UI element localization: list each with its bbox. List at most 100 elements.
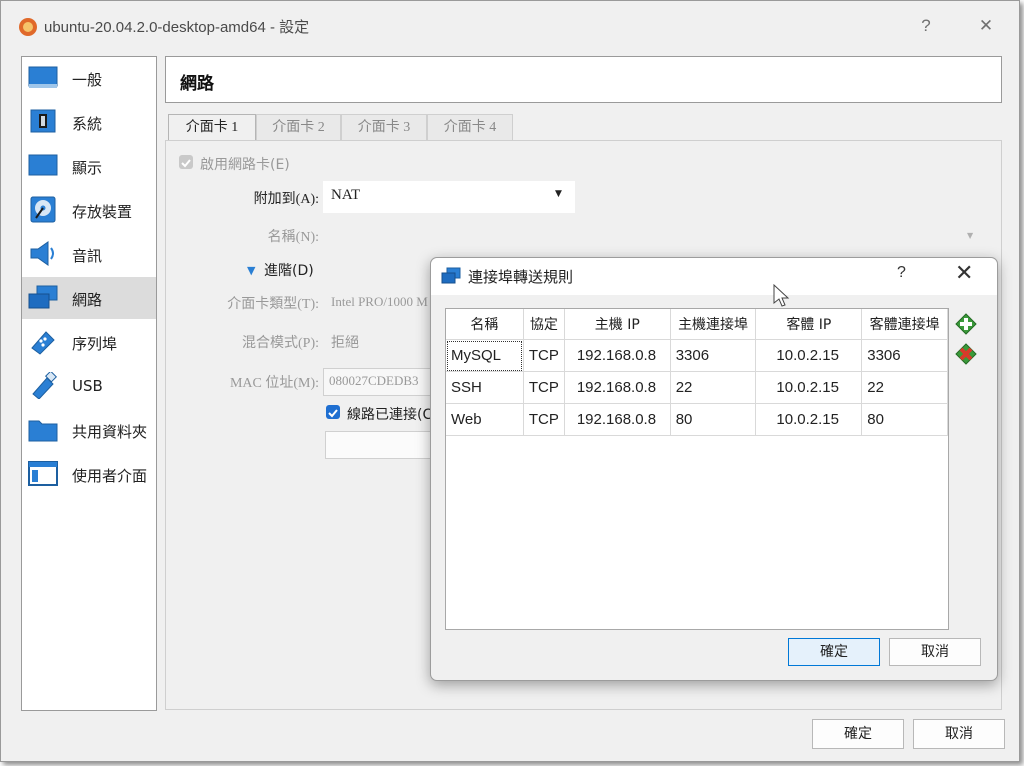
shared-folder-icon [28,420,58,442]
tab-adapter-2[interactable]: 介面卡 2 [256,114,341,141]
tab-adapter-1[interactable]: 介面卡 1 [168,114,256,142]
table-row[interactable]: SSH TCP 192.168.0.8 22 10.0.2.15 22 [446,371,948,404]
port-forwarding-button[interactable] [325,431,435,459]
cell-protocol[interactable]: TCP [523,371,565,404]
rules-table-container: 名稱 協定 主機 IP 主機連接埠 客體 IP 客體連接埠 MySQL TCP … [445,308,949,630]
sidebar-item-usb[interactable]: USB [22,365,156,407]
sidebar-item-general[interactable]: 一般 [22,57,156,99]
check-icon [181,159,191,168]
settings-window: ubuntu-20.04.2.0-desktop-amd64 - 設定 ? ✕ … [0,0,1020,762]
dialog-close-button[interactable]: ✕ [955,260,973,286]
sidebar-item-label: 網路 [72,291,103,309]
serial-port-icon [31,331,55,355]
sidebar-item-network[interactable]: 網路 [22,277,156,319]
tab-adapter-3[interactable]: 介面卡 3 [341,114,427,141]
close-button[interactable]: ✕ [971,11,1001,41]
table-row[interactable]: MySQL TCP 192.168.0.8 3306 10.0.2.15 330… [446,339,948,372]
cell-host-port[interactable]: 3306 [670,339,757,372]
column-header-protocol[interactable]: 協定 [523,309,565,340]
adapter-type-value[interactable]: Intel PRO/1000 M [331,294,428,310]
table-row[interactable]: Web TCP 192.168.0.8 80 10.0.2.15 80 [446,403,948,436]
mouse-cursor-icon [773,284,790,307]
advanced-toggle-label[interactable]: 進階(D) [264,260,314,280]
sidebar-item-label: 序列埠 [72,335,118,353]
cell-host-port[interactable]: 22 [670,371,757,404]
dropdown-arrow-icon: ▼ [555,189,562,199]
general-icon [28,66,58,88]
cell-name[interactable]: SSH [446,371,524,404]
sidebar-item-user-interface[interactable]: 使用者介面 [22,453,156,495]
sidebar-item-storage[interactable]: 存放裝置 [22,189,156,231]
column-header-host-ip[interactable]: 主機 IP [564,309,671,340]
enable-adapter-checkbox[interactable] [179,155,193,169]
adapter-name-label: 名稱(N): [267,230,319,245]
help-button[interactable]: ? [911,11,941,41]
cell-protocol[interactable]: TCP [523,339,565,372]
add-rule-icon[interactable] [955,313,977,335]
cell-guest-port[interactable]: 22 [861,371,948,404]
audio-icon [30,241,54,266]
cell-name[interactable]: Web [446,403,524,436]
name-dropdown-arrow-icon[interactable]: ▼ [967,231,973,240]
cell-host-port[interactable]: 80 [670,403,757,436]
attached-to-value: NAT [331,187,361,203]
sidebar-item-label: 顯示 [72,159,103,177]
cell-guest-port[interactable]: 3306 [861,339,948,372]
column-header-name[interactable]: 名稱 [446,309,524,340]
sidebar-item-label: 一般 [72,71,103,89]
port-forwarding-dialog: 連接埠轉送規則 ? ✕ 名稱 協定 主機 IP 主機連接埠 客體 IP 客體連接… [430,257,998,681]
page-title: 網路 [180,74,214,94]
cable-connected-checkbox[interactable] [326,405,340,419]
cell-guest-ip[interactable]: 10.0.2.15 [755,403,863,436]
sidebar-item-label: 系統 [72,115,103,133]
usb-icon [32,372,58,399]
cell-guest-ip[interactable]: 10.0.2.15 [755,371,863,404]
cell-guest-port[interactable]: 80 [861,403,948,436]
remove-rule-icon[interactable] [955,343,977,365]
mac-address-value: 080027CDEDB3 [329,373,419,388]
cable-connected-label: 線路已連接(C [347,407,433,423]
sidebar-item-shared-folders[interactable]: 共用資料夾 [22,409,156,451]
display-icon [28,154,58,176]
adapter-type-label: 介面卡類型(T): [227,297,319,312]
column-header-guest-port[interactable]: 客體連接埠 [861,309,948,340]
cell-host-ip[interactable]: 192.168.0.8 [564,371,671,404]
tab-adapter-4[interactable]: 介面卡 4 [427,114,513,141]
dialog-help-button[interactable]: ? [897,264,906,282]
table-header-row: 名稱 協定 主機 IP 主機連接埠 客體 IP 客體連接埠 [446,309,948,340]
promiscuous-mode-label: 混合模式(P): [242,336,319,351]
attached-to-label: 附加到(A): [253,192,319,207]
cell-name[interactable]: MySQL [446,339,524,372]
storage-icon [30,196,56,223]
cell-host-ip[interactable]: 192.168.0.8 [564,403,671,436]
dialog-ok-button[interactable]: 確定 [788,638,880,666]
sidebar-item-display[interactable]: 顯示 [22,145,156,187]
column-header-host-port[interactable]: 主機連接埠 [670,309,757,340]
enable-adapter-label: 啟用網路卡(E) [200,157,290,173]
sidebar-item-label: 共用資料夾 [72,423,148,441]
sidebar-item-audio[interactable]: 音訊 [22,233,156,275]
sidebar-item-system[interactable]: 系統 [22,101,156,143]
ok-button[interactable]: 確定 [812,719,904,749]
advanced-toggle-icon[interactable]: ▼ [247,264,255,277]
dialog-cancel-button[interactable]: 取消 [889,638,981,666]
mac-address-label: MAC 位址(M): [229,376,319,391]
dialog-title: 連接埠轉送規則 [468,268,574,286]
section-header: 網路 [165,56,1002,103]
promiscuous-mode-value[interactable]: 拒絕 [331,332,359,352]
window-title: ubuntu-20.04.2.0-desktop-amd64 - 設定 [44,19,310,36]
virtualbox-app-icon [19,18,37,36]
attached-to-select[interactable]: NAT ▼ [323,181,575,213]
dialog-title-bar: 連接埠轉送規則 ? ✕ [431,258,997,295]
cell-guest-ip[interactable]: 10.0.2.15 [755,339,863,372]
sidebar-item-serial-port[interactable]: 序列埠 [22,321,156,363]
mac-address-input[interactable]: 080027CDEDB3 [323,368,435,396]
settings-sidebar: 一般 系統 顯示 存放裝置 音訊 網路 序列埠 USB 共用資料夾 使用者介面 [21,56,157,711]
column-header-guest-ip[interactable]: 客體 IP [755,309,863,340]
sidebar-item-label: USB [72,377,103,395]
cancel-button[interactable]: 取消 [913,719,1005,749]
user-interface-icon [28,461,58,486]
cell-host-ip[interactable]: 192.168.0.8 [564,339,671,372]
cell-protocol[interactable]: TCP [523,403,565,436]
sidebar-item-label: 音訊 [72,247,103,265]
